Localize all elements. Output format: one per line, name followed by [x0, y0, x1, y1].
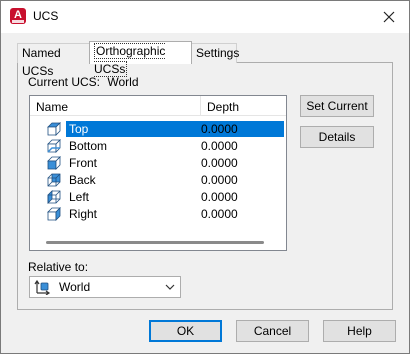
tab-settings-label: Settings [196, 46, 240, 60]
details-button[interactable]: Details [300, 126, 374, 148]
list-row-back[interactable]: Back 0.0000 [30, 172, 286, 189]
list-row-top[interactable]: Top 0.0000 [30, 121, 286, 138]
relative-to-label: Relative to: [28, 260, 89, 274]
relative-to-value: World [59, 280, 91, 294]
column-header-name[interactable]: Name [36, 100, 68, 114]
ucs-world-icon [34, 279, 51, 295]
ucs-front-icon [47, 156, 61, 170]
ok-label: OK [176, 324, 195, 338]
title-bar[interactable]: A UCS [1, 1, 409, 33]
row-name: Back [69, 173, 96, 187]
row-depth: 0.0000 [201, 156, 238, 170]
ucs-top-icon [47, 122, 61, 136]
set-current-button[interactable]: Set Current [300, 95, 374, 117]
help-label: Help [347, 324, 372, 338]
row-name: Right [69, 207, 98, 221]
column-header-depth[interactable]: Depth [207, 100, 239, 114]
list-row-front[interactable]: Front 0.0000 [30, 155, 286, 172]
ucs-left-icon [47, 190, 61, 204]
row-depth: 0.0000 [201, 173, 238, 187]
cancel-button[interactable]: Cancel [236, 320, 309, 342]
ucs-right-icon [47, 207, 61, 221]
ucs-back-icon [47, 173, 61, 187]
tab-named-ucss[interactable]: Named UCSs [17, 43, 90, 78]
list-header: Name Depth [30, 96, 286, 116]
tab-settings[interactable]: Settings [191, 43, 240, 63]
ucs-dialog: A UCS Named UCSs Orthographic UCSs Setti… [0, 0, 410, 354]
list-row-left[interactable]: Left 0.0000 [30, 189, 286, 206]
row-depth: 0.0000 [201, 122, 238, 136]
details-label: Details [318, 130, 356, 144]
orthographic-ucs-list[interactable]: Name Depth Top 0.0000 Bottom 0.0000 Fron… [29, 95, 287, 251]
current-ucs-label: Current UCS: [28, 75, 101, 89]
horizontal-scrollbar[interactable] [46, 241, 264, 244]
autocad-app-icon: A [10, 8, 26, 24]
tab-orthographic-ucss[interactable]: Orthographic UCSs [89, 41, 192, 77]
row-name: Bottom [69, 139, 108, 153]
close-button[interactable] [379, 7, 399, 27]
row-name: Top [66, 121, 92, 137]
window-title: UCS [33, 9, 59, 23]
ok-button[interactable]: OK [149, 320, 222, 342]
ucs-bottom-icon [47, 139, 61, 153]
list-row-bottom[interactable]: Bottom 0.0000 [30, 138, 286, 155]
relative-to-dropdown[interactable]: World [29, 276, 181, 298]
set-current-label: Set Current [306, 99, 368, 113]
list-row-right[interactable]: Right 0.0000 [30, 206, 286, 223]
row-name: Left [69, 190, 90, 204]
row-depth: 0.0000 [201, 190, 238, 204]
close-icon [383, 11, 395, 23]
help-button[interactable]: Help [323, 320, 396, 342]
row-depth: 0.0000 [201, 139, 238, 153]
chevron-down-icon [165, 284, 175, 290]
row-depth: 0.0000 [201, 207, 238, 221]
cancel-label: Cancel [253, 324, 292, 338]
row-name: Front [69, 156, 98, 170]
